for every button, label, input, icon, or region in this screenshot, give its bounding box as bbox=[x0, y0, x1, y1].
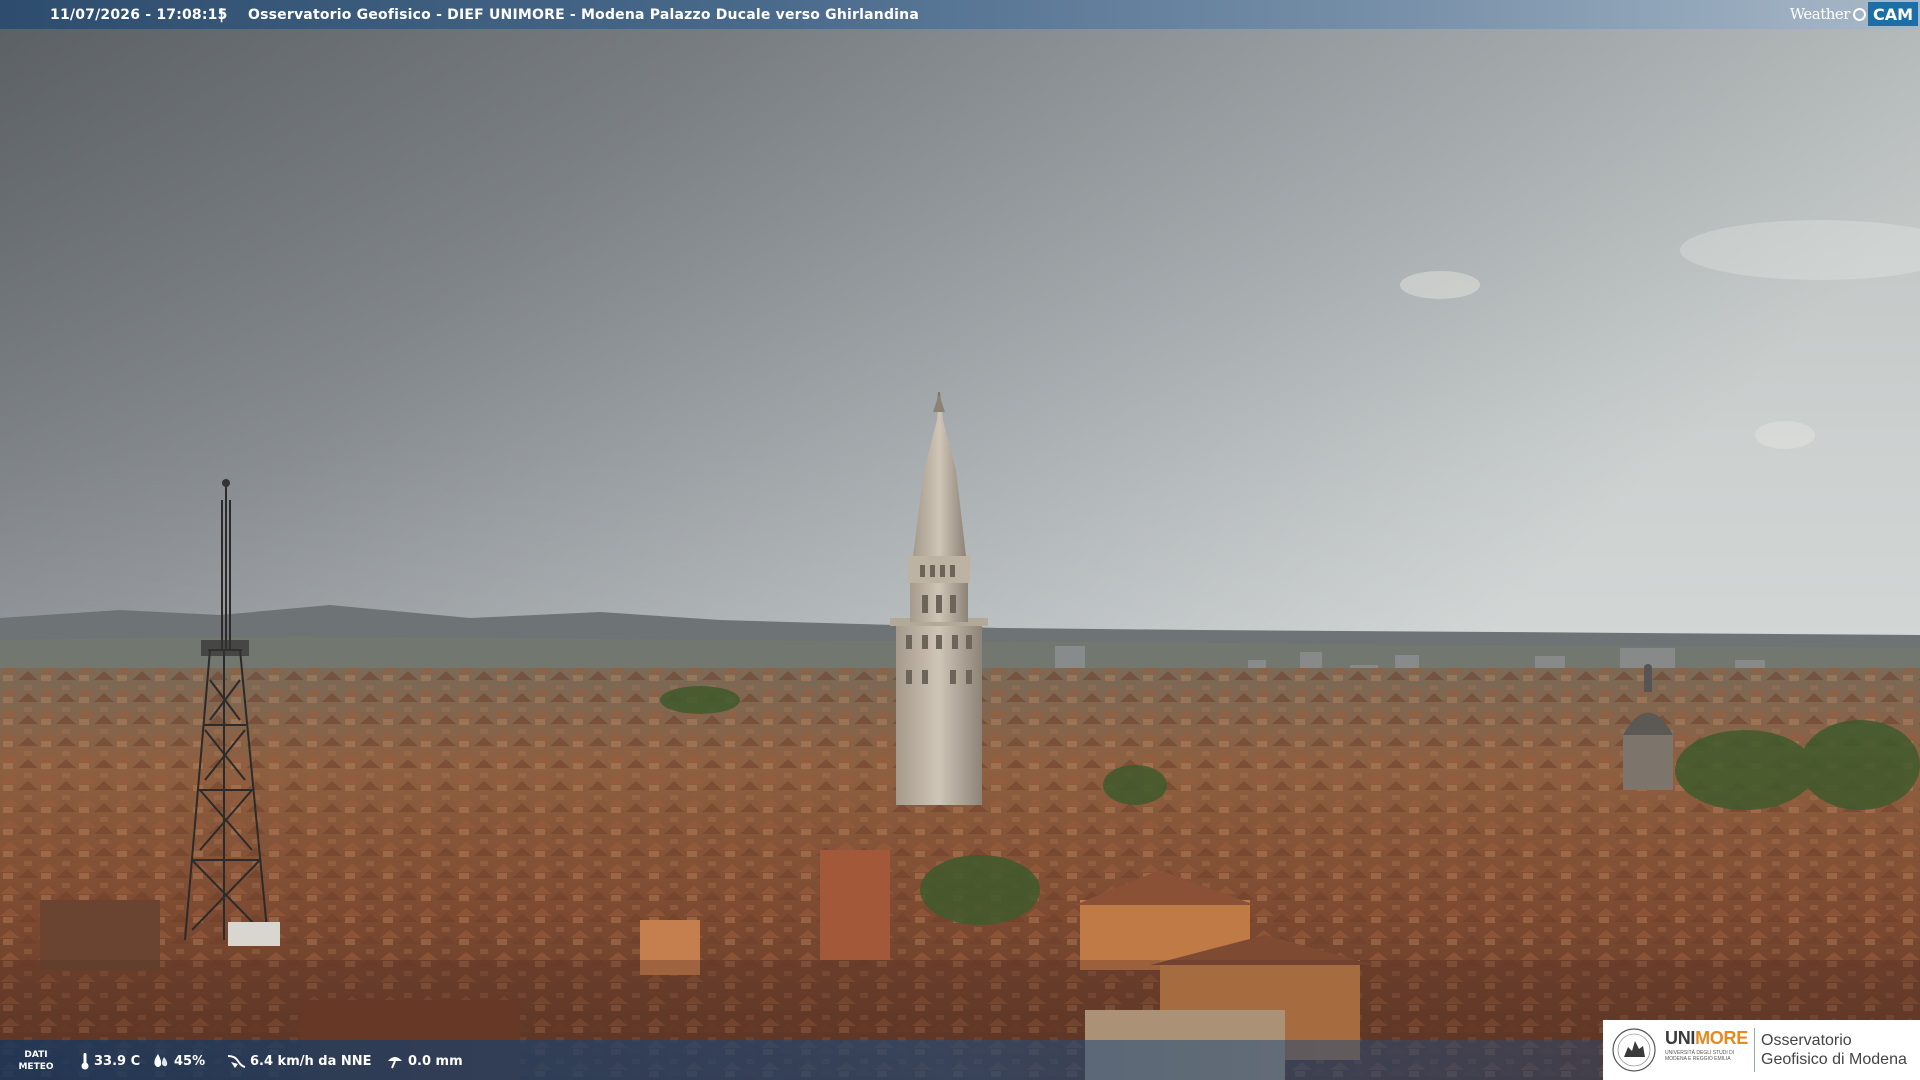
camera-title: Osservatorio Geofisico - DIEF UNIMORE - … bbox=[248, 7, 919, 23]
unimore-seal-icon bbox=[1612, 1028, 1656, 1072]
title-bar: 11/07/2026 - 17:08:15 | Osservatorio Geo… bbox=[0, 0, 1920, 29]
unimore-wordmark-part2: MORE bbox=[1695, 1028, 1748, 1048]
weathercam-logo-word1: Weather bbox=[1789, 5, 1851, 23]
weathercam-logo-word2: CAM bbox=[1867, 2, 1918, 26]
humidity-readout: 45% bbox=[152, 1051, 205, 1071]
temperature-value: 33.9 C bbox=[94, 1053, 141, 1069]
thermometer-icon bbox=[81, 1053, 89, 1070]
title-separator: | bbox=[219, 7, 225, 23]
unimore-subtitle: UNIVERSITÀ DEGLI STUDI DI MODENA E REGGI… bbox=[1665, 1050, 1735, 1062]
rain-gauge-icon bbox=[388, 1057, 402, 1069]
observatory-name: Osservatorio Geofisico di Modena bbox=[1761, 1032, 1907, 1068]
logo-divider bbox=[1754, 1028, 1755, 1072]
wind-readout: 6.4 km/h da NNE bbox=[226, 1051, 372, 1071]
temperature-readout: 33.9 C bbox=[80, 1051, 140, 1071]
wind-value: 6.4 km/h da NNE bbox=[250, 1053, 372, 1069]
weathercam-logo: Weather CAM bbox=[1786, 2, 1918, 26]
webcam-frame: 11/07/2026 - 17:08:15 | Osservatorio Geo… bbox=[0, 0, 1920, 1080]
wind-icon bbox=[227, 1055, 246, 1068]
rain-value: 0.0 mm bbox=[408, 1053, 463, 1069]
weathercam-logo-ring-icon bbox=[1852, 8, 1866, 21]
unimore-logo-box: UNIMORE UNIVERSITÀ DEGLI STUDI DI MODENA… bbox=[1603, 1020, 1920, 1080]
unimore-wordmark: UNIMORE bbox=[1665, 1028, 1748, 1049]
humidity-drops-icon bbox=[154, 1054, 168, 1067]
rain-readout: 0.0 mm bbox=[386, 1051, 463, 1071]
meteo-data-label: DATI METEO bbox=[18, 1050, 54, 1072]
webcam-scene-modena-ghirlandina bbox=[0, 0, 1920, 1080]
unimore-wordmark-part1: UNI bbox=[1665, 1028, 1696, 1048]
weather-data-bar: DATI METEO 33.9 C 45% 6.4 km/h da NNE 0.… bbox=[0, 1040, 1602, 1080]
humidity-value: 45% bbox=[174, 1053, 206, 1069]
timestamp: 11/07/2026 - 17:08:15 bbox=[50, 7, 228, 23]
